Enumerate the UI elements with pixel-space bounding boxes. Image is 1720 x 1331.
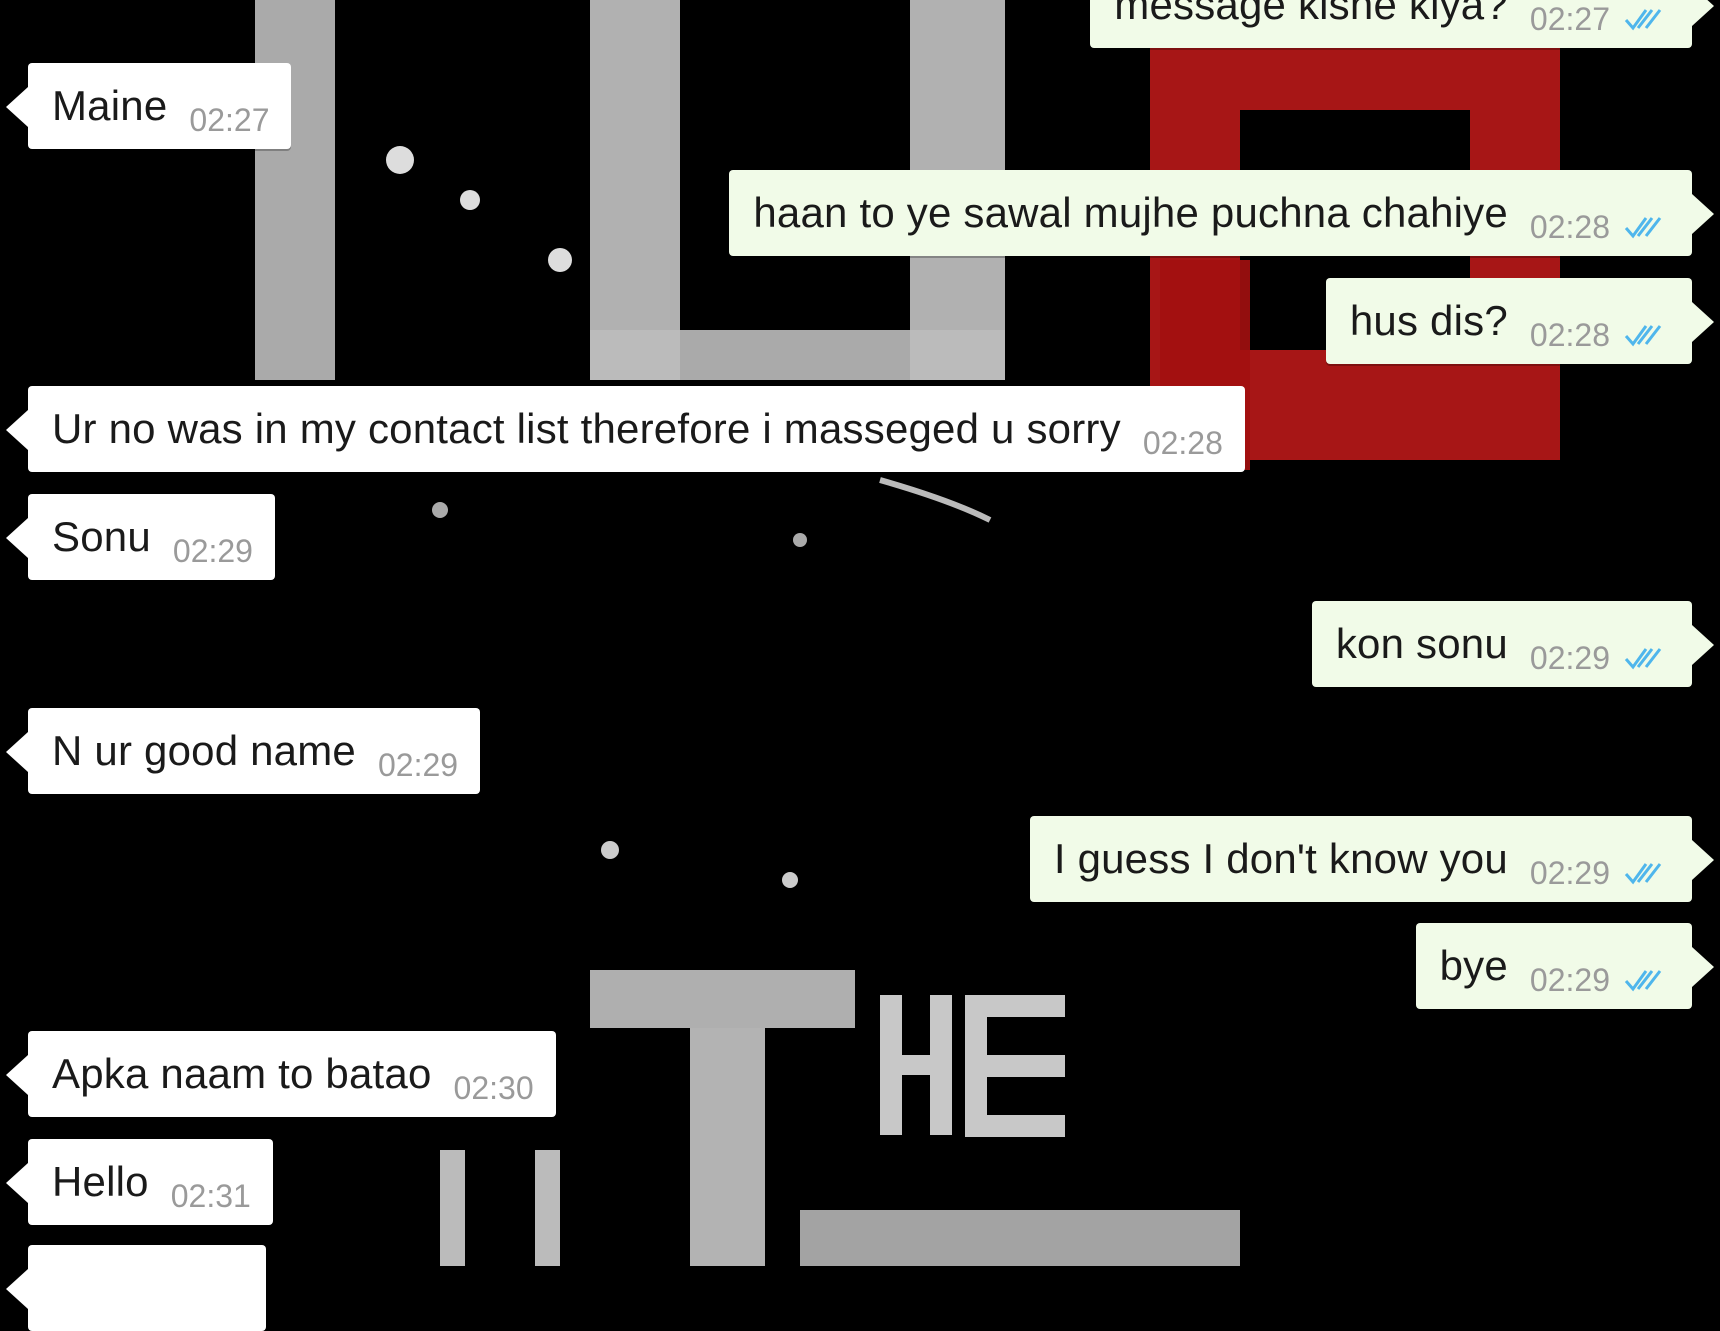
message-bubble-outgoing[interactable]: hus dis? 02:28: [1325, 278, 1715, 364]
message-time: 02:28: [1142, 424, 1223, 461]
message-bubble-incoming[interactable]: Hello 02:31: [6, 1139, 273, 1225]
message-text: Apka naam to batao: [52, 1050, 432, 1097]
message-text: Sonu: [52, 513, 151, 560]
message-bubble-incoming-partial[interactable]: [6, 1245, 266, 1331]
message-time: 02:30: [453, 1069, 534, 1106]
message-bubble-incoming[interactable]: Apka naam to batao 02:30: [6, 1031, 556, 1117]
message-text: bye: [1439, 942, 1508, 989]
message-time: 02:27: [1529, 0, 1610, 37]
message-time: 02:27: [189, 101, 270, 138]
message-text: message kisne kiya?: [1114, 0, 1508, 28]
message-text: N ur good name: [52, 727, 356, 774]
message-time: 02:28: [1529, 316, 1610, 353]
message-text: hus dis?: [1349, 297, 1508, 344]
double-tick-icon: [1624, 863, 1662, 885]
message-bubble-outgoing[interactable]: bye 02:29: [1415, 923, 1715, 1009]
message-time: 02:29: [1529, 639, 1610, 676]
message-bubble-outgoing[interactable]: message kisne kiya? 02:27: [1090, 0, 1714, 48]
message-text: I guess I don't know you: [1053, 835, 1508, 882]
message-time: 02:29: [1529, 854, 1610, 891]
message-text: Ur no was in my contact list therefore i…: [52, 405, 1121, 452]
message-bubble-incoming[interactable]: Maine 02:27: [5, 63, 292, 149]
double-tick-icon: [1624, 648, 1662, 670]
double-tick-icon: [1624, 325, 1662, 347]
message-text: kon sonu: [1335, 620, 1508, 667]
message-bubble-incoming[interactable]: N ur good name 02:29: [5, 708, 481, 794]
message-text: haan to ye sawal mujhe puchna chahiye: [753, 189, 1508, 236]
double-tick-icon: [1624, 970, 1662, 992]
message-text: Maine: [52, 82, 168, 129]
message-bubble-outgoing[interactable]: kon sonu 02:29: [1311, 601, 1715, 687]
message-bubble-incoming[interactable]: Ur no was in my contact list therefore i…: [6, 386, 1245, 472]
message-time: 02:29: [377, 746, 459, 783]
message-bubble-outgoing[interactable]: I guess I don't know you 02:29: [1029, 816, 1715, 902]
message-bubble-incoming[interactable]: Sonu 02:29: [6, 494, 275, 580]
message-time: 02:29: [1529, 961, 1610, 998]
chat-message-list[interactable]: message kisne kiya? 02:27 Maine 02:27 ha…: [0, 0, 1720, 1331]
message-bubble-outgoing[interactable]: haan to ye sawal mujhe puchna chahiye 02…: [729, 170, 1714, 256]
double-tick-icon: [1624, 217, 1662, 239]
message-time: 02:31: [170, 1177, 251, 1214]
message-time: 02:29: [172, 532, 253, 569]
message-text: Hello: [52, 1158, 149, 1205]
message-time: 02:28: [1529, 208, 1610, 245]
double-tick-icon: [1624, 9, 1662, 31]
